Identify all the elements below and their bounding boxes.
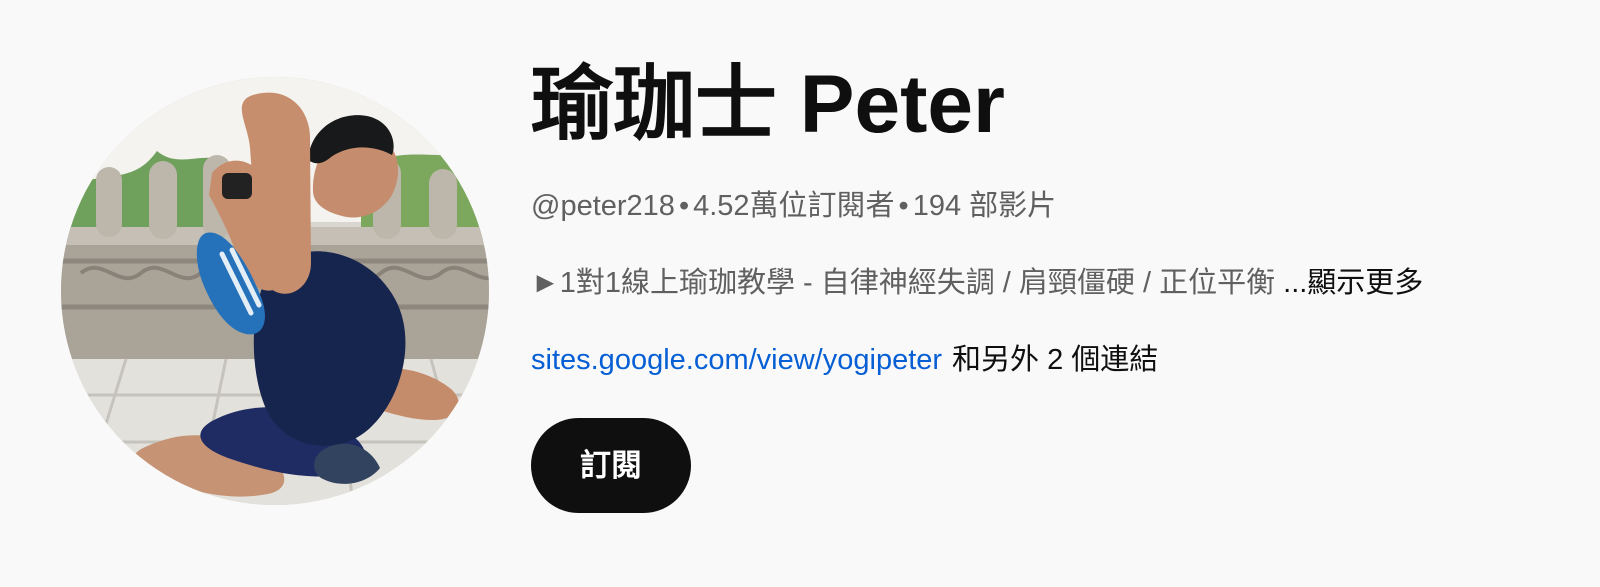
video-count: 194 部影片 bbox=[912, 190, 1057, 222]
wrist-band-shape bbox=[222, 173, 252, 199]
channel-title: 瑜珈士 Peter bbox=[531, 59, 1005, 150]
subscribe-button[interactable]: 訂閱 bbox=[531, 418, 691, 513]
subscriber-count: 4.52萬位訂閱者 bbox=[693, 190, 895, 222]
channel-links: sites.google.com/view/yogipeter 和另外 2 個連結 bbox=[531, 340, 1158, 380]
primary-channel-link[interactable]: sites.google.com/view/yogipeter bbox=[531, 344, 942, 376]
more-links-label[interactable]: 和另外 2 個連結 bbox=[952, 344, 1158, 376]
meta-separator: • bbox=[678, 190, 690, 222]
channel-info: 瑜珈士 Peter @peter218 • 4.52萬位訂閱者 • 194 部影片 ►1… bbox=[531, 0, 1571, 587]
channel-description[interactable]: ►1對1線上瑜珈教學 - 自律神經失調 / 肩頸僵硬 / 正位平衡 ...顯示更… bbox=[531, 263, 1551, 303]
description-text: ►1對1線上瑜珈教學 - 自律神經失調 / 肩頸僵硬 / 正位平衡 bbox=[531, 267, 1276, 299]
meta-separator: • bbox=[898, 190, 909, 222]
yoga-profile-photo-icon bbox=[61, 77, 489, 505]
channel-avatar[interactable] bbox=[61, 77, 489, 505]
show-more-link[interactable]: ...顯示更多 bbox=[1283, 267, 1423, 299]
channel-header: 瑜珈士 Peter @peter218 • 4.52萬位訂閱者 • 194 部影片 ►1… bbox=[0, 0, 1600, 587]
channel-handle[interactable]: @peter218 bbox=[531, 190, 675, 222]
channel-meta: @peter218 • 4.52萬位訂閱者 • 194 部影片 bbox=[531, 186, 1056, 226]
